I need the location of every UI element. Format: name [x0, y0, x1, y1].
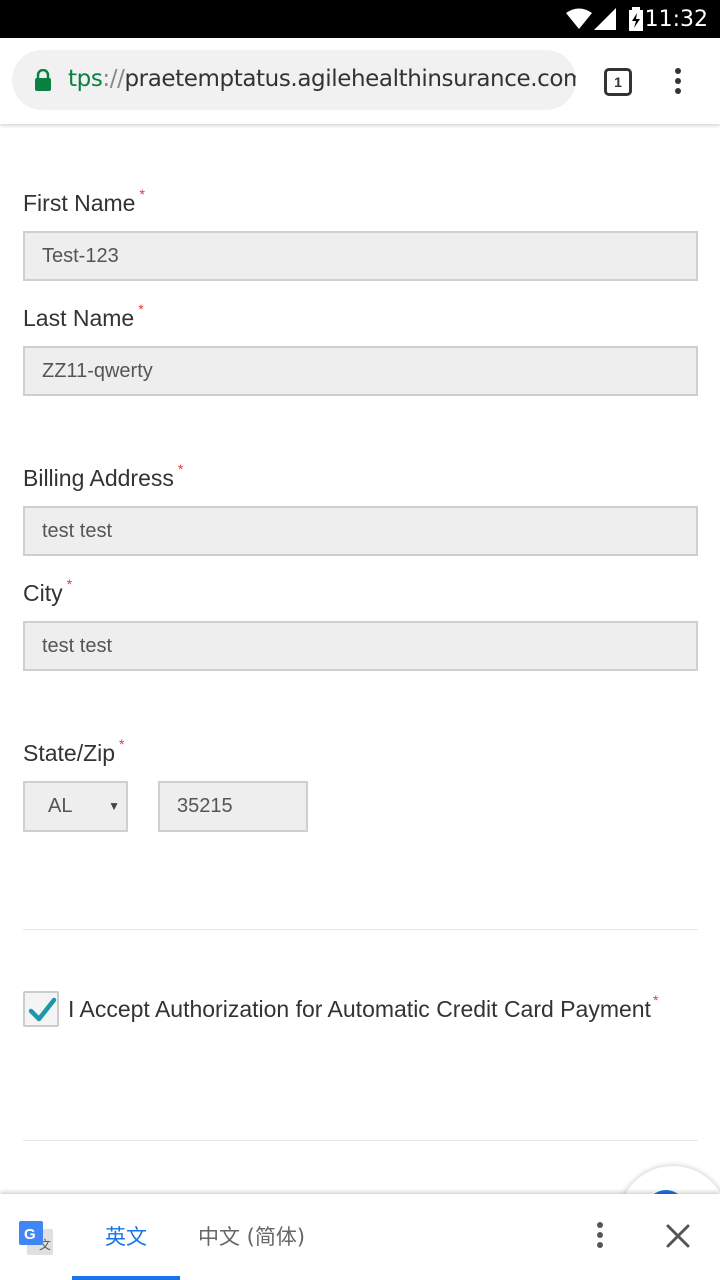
- url-text: tps://praetemptatus.agilehealthinsurance…: [68, 66, 576, 92]
- authorization-label[interactable]: I Accept Authorization for Automatic Cre…: [68, 992, 658, 1023]
- lock-icon: [35, 69, 51, 91]
- google-translate-icon: 文 G: [19, 1221, 53, 1255]
- tab-target-language[interactable]: 中文 (简体): [198, 1194, 305, 1280]
- more-vert-icon[interactable]: [670, 68, 686, 96]
- dropdown-arrow-icon: ▼: [108, 799, 120, 813]
- tab-switcher-button[interactable]: 1: [604, 68, 632, 96]
- check-icon: [28, 997, 57, 1022]
- divider: [23, 929, 698, 930]
- last-name-field[interactable]: ZZ11-qwerty: [23, 346, 698, 396]
- battery-icon: [629, 7, 643, 31]
- state-select[interactable]: AL ▼: [23, 781, 128, 832]
- active-tab-indicator: [72, 1276, 180, 1280]
- status-bar: 11:32: [0, 0, 720, 38]
- address-bar[interactable]: tps://praetemptatus.agilehealthinsurance…: [12, 50, 576, 110]
- translate-more-icon[interactable]: [592, 1222, 608, 1252]
- signal-icon: [594, 8, 616, 30]
- divider: [23, 1140, 698, 1141]
- authorization-checkbox[interactable]: [23, 991, 59, 1027]
- city-label: City *: [23, 576, 73, 606]
- svg-text:G: G: [24, 1226, 36, 1243]
- billing-address-label: Billing Address *: [23, 461, 184, 491]
- clock: 11:32: [644, 7, 708, 32]
- state-zip-label: State/Zip *: [23, 736, 125, 766]
- translate-bar: 文 G 英文 中文 (简体): [0, 1194, 720, 1280]
- last-name-label: Last Name *: [23, 301, 144, 331]
- billing-address-field[interactable]: test test: [23, 506, 698, 556]
- first-name-label: First Name *: [23, 186, 145, 216]
- zip-field[interactable]: 35215: [158, 781, 308, 832]
- first-name-field[interactable]: Test-123: [23, 231, 698, 281]
- state-value: AL: [48, 795, 73, 817]
- tab-source-language[interactable]: 英文: [72, 1194, 180, 1280]
- close-icon[interactable]: [662, 1220, 694, 1252]
- wifi-icon: [566, 8, 592, 29]
- city-field[interactable]: test test: [23, 621, 698, 671]
